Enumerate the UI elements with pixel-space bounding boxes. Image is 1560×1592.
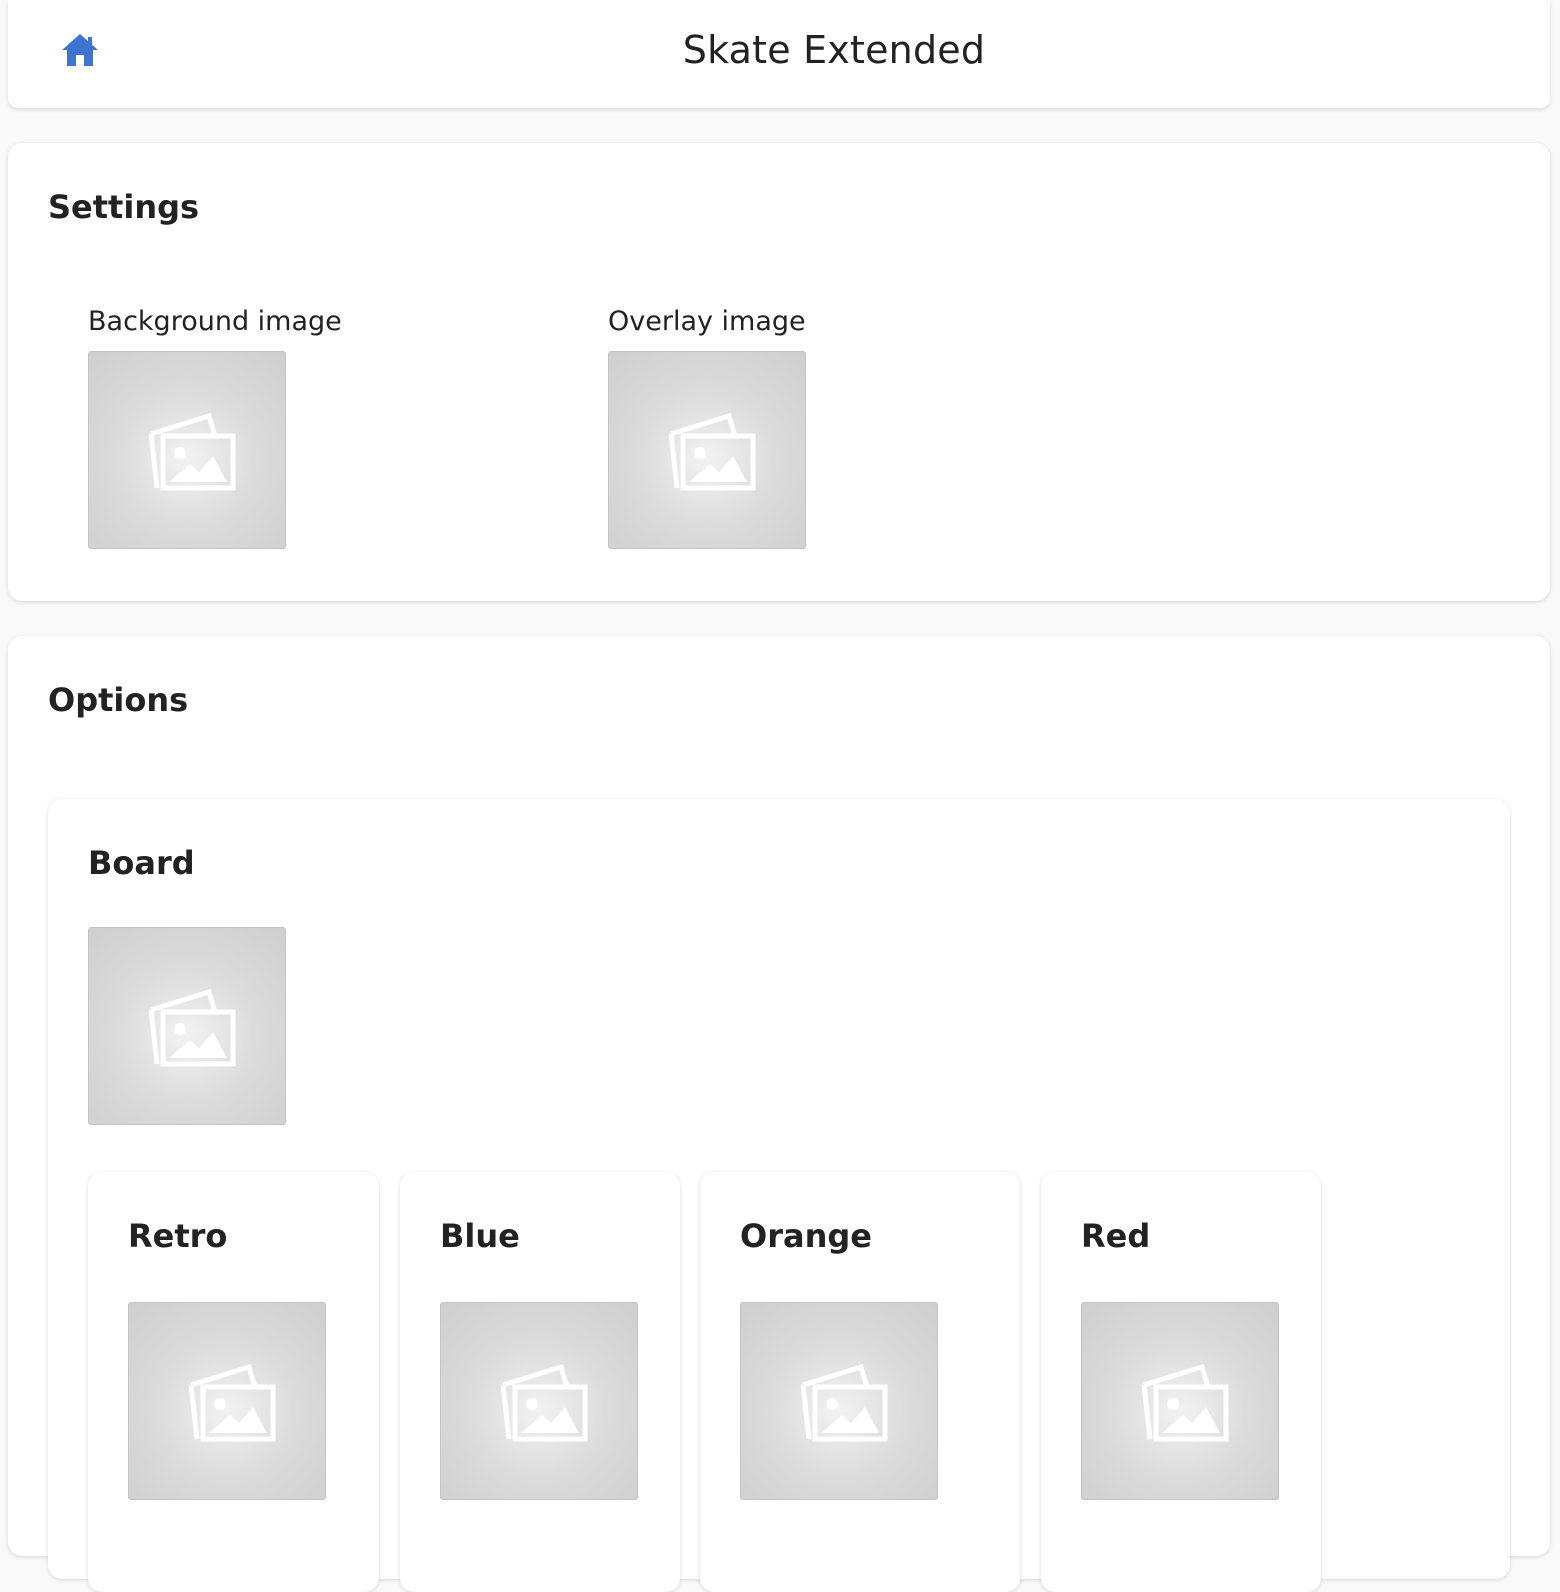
variant-card-orange: Orange — [700, 1172, 1020, 1592]
background-image-label: Background image — [88, 306, 342, 337]
image-placeholder-icon — [148, 412, 236, 491]
options-title: Options — [48, 681, 189, 719]
top-bar: Skate Extended — [8, 0, 1550, 108]
variant-card-retro: Retro — [88, 1172, 379, 1592]
variant-image-picker[interactable] — [1081, 1302, 1279, 1500]
background-image-picker[interactable] — [88, 351, 286, 549]
image-placeholder-icon — [800, 1363, 888, 1442]
image-placeholder-icon — [148, 988, 236, 1067]
overlay-image-picker[interactable] — [608, 351, 806, 549]
image-placeholder-icon — [188, 1363, 276, 1442]
settings-card: Settings Background image Overlay image — [8, 143, 1550, 601]
variant-image-picker[interactable] — [740, 1302, 938, 1500]
variant-title: Red — [1081, 1217, 1151, 1255]
image-placeholder-icon — [668, 412, 756, 491]
variant-title: Retro — [128, 1217, 228, 1255]
board-title: Board — [88, 844, 195, 882]
board-card: Board Retro Blue Orange Red — [48, 799, 1510, 1592]
settings-title: Settings — [48, 188, 200, 226]
options-card: Options Board Retro Blue Orange Red — [8, 636, 1550, 1592]
variant-image-picker[interactable] — [440, 1302, 638, 1500]
image-placeholder-icon — [1141, 1363, 1229, 1442]
variant-card-red: Red — [1041, 1172, 1321, 1592]
board-image-picker[interactable] — [88, 927, 286, 1125]
overlay-image-label: Overlay image — [608, 306, 806, 337]
variant-title: Blue — [440, 1217, 520, 1255]
image-placeholder-icon — [500, 1363, 588, 1442]
variant-card-blue: Blue — [400, 1172, 680, 1592]
variant-image-picker[interactable] — [128, 1302, 326, 1500]
page-title: Skate Extended — [682, 28, 986, 72]
variant-title: Orange — [740, 1217, 872, 1255]
